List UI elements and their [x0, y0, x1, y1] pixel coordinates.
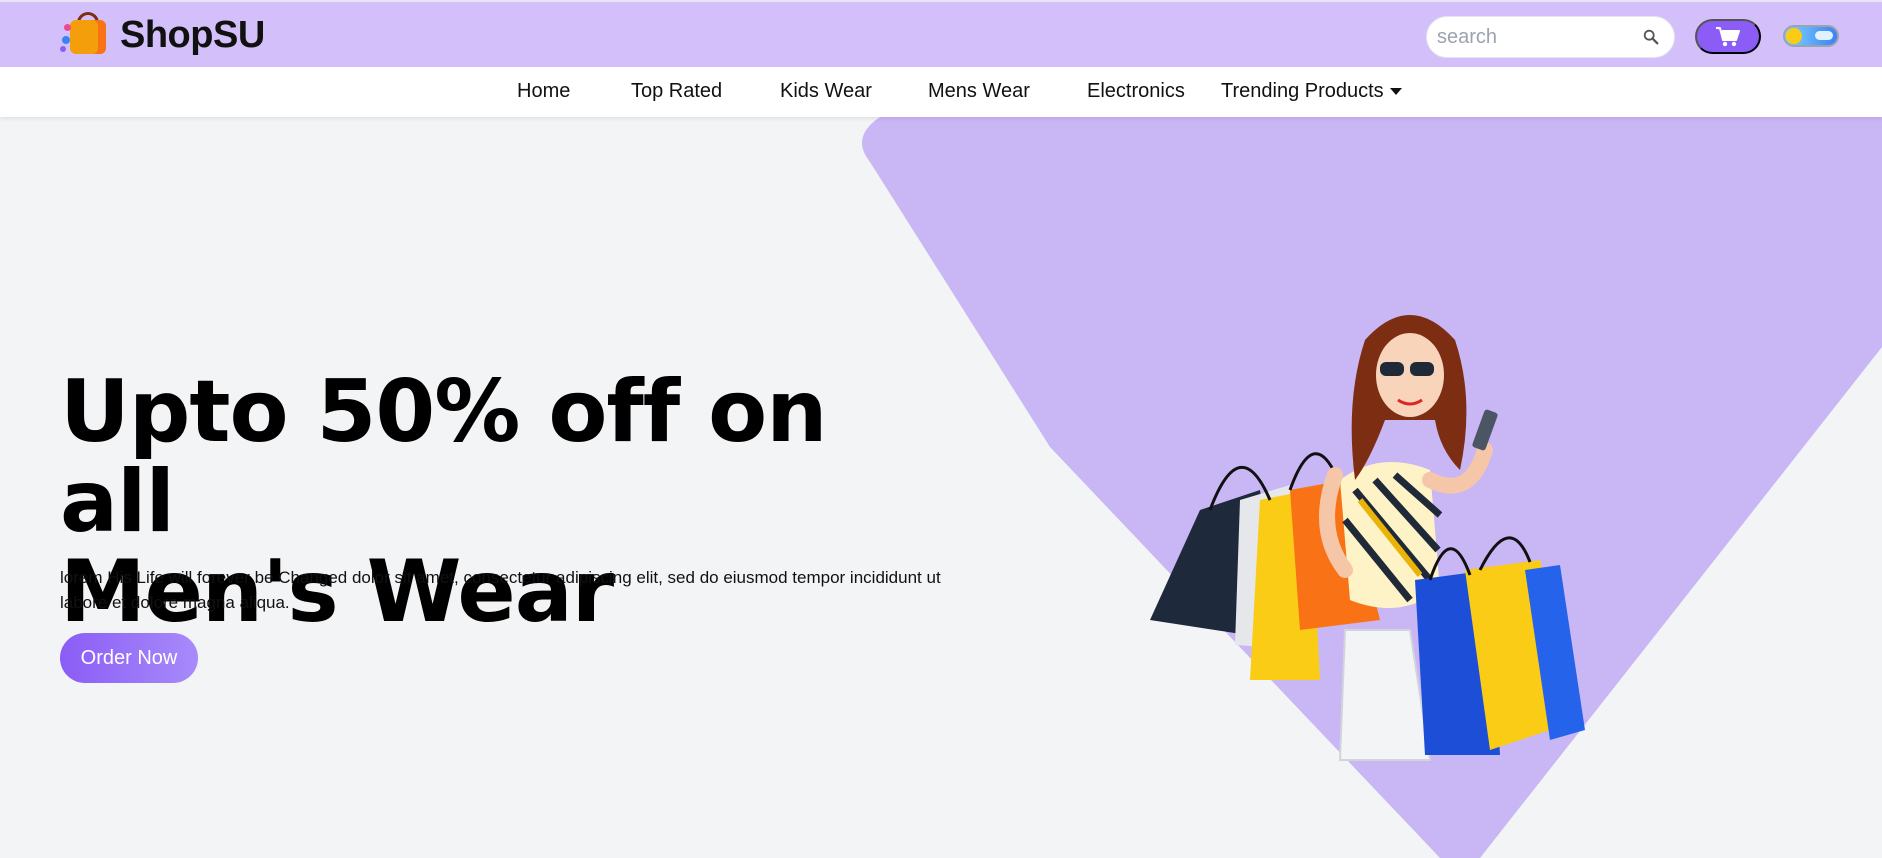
nav-item-electronics[interactable]: Electronics: [1087, 80, 1185, 103]
hero-model-image: [1150, 315, 1585, 761]
brand[interactable]: ShopSU: [60, 12, 265, 58]
cart-icon: [1716, 26, 1740, 46]
cloud-icon: [1815, 31, 1833, 40]
sun-icon: [1786, 28, 1802, 44]
hero-description: lorem His Life will forever be Changed d…: [60, 568, 941, 612]
hero-headline-line1: Upto 50% off on all: [60, 362, 827, 552]
nav-item-trending-label: Trending Products: [1221, 80, 1384, 102]
brand-name[interactable]: ShopSU: [120, 14, 265, 57]
nav-item-trending-products[interactable]: Trending Products: [1221, 80, 1402, 103]
nav-item-kids-wear[interactable]: Kids Wear: [780, 80, 872, 103]
main-nav: Home Top Rated Kids Wear Mens Wear Elect…: [0, 67, 1882, 117]
nav-item-mens-wear[interactable]: Mens Wear: [928, 80, 1030, 103]
nav-item-top-rated[interactable]: Top Rated: [631, 80, 722, 103]
cart-button[interactable]: [1695, 19, 1761, 54]
shopping-bag-logo-icon: [60, 12, 110, 58]
caret-down-icon: [1389, 88, 1402, 96]
theme-toggle[interactable]: [1783, 25, 1839, 47]
search-box[interactable]: [1426, 16, 1675, 58]
nav-item-home[interactable]: Home: [517, 80, 570, 103]
search-input[interactable]: [1437, 23, 1637, 51]
order-now-button[interactable]: Order Now: [60, 633, 198, 683]
top-bar: ShopSU: [0, 0, 1882, 67]
search-icon[interactable]: [1642, 28, 1660, 46]
